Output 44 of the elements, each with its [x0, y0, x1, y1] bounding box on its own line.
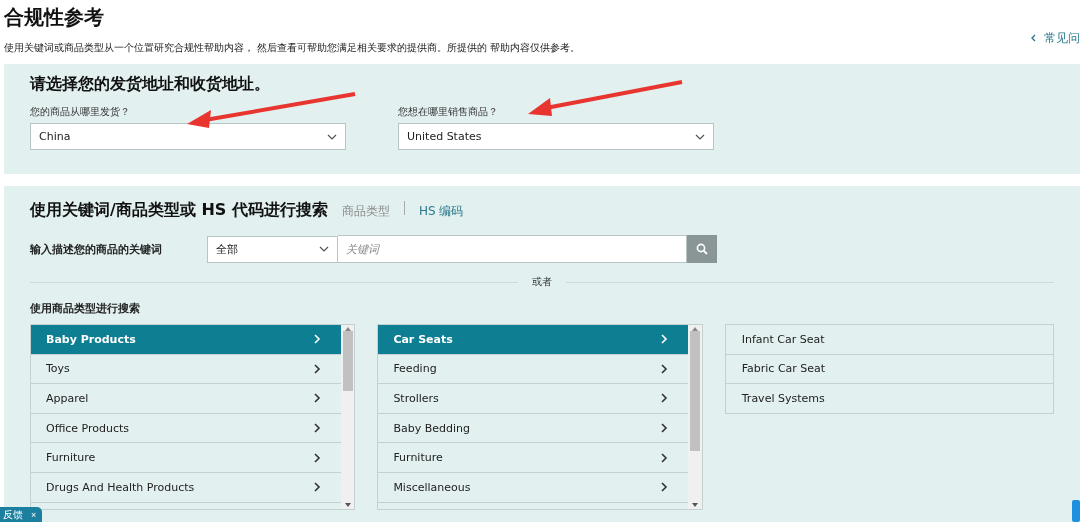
scrollbar[interactable]: [688, 325, 702, 509]
search-icon: [696, 243, 708, 255]
chevron-left-icon: [1031, 34, 1036, 42]
keyword-input[interactable]: 关键词: [338, 235, 687, 263]
chevron-right-icon: [313, 334, 321, 345]
section-title: 使用关键词/商品类型或 HS 代码进行搜索: [30, 200, 328, 221]
chevron-down-icon: [319, 246, 329, 252]
keyword-label: 输入描述您的商品的关键词: [30, 241, 163, 257]
search-tab[interactable]: HS 编码: [418, 203, 464, 220]
chevron-right-icon: [661, 482, 669, 493]
close-button[interactable]: ×: [31, 509, 37, 520]
field-label: 您想在哪里销售商品？: [398, 105, 499, 119]
chevron-down-icon: [327, 133, 337, 140]
category-item[interactable]: Baby Products: [31, 325, 341, 355]
chevron-right-icon: [661, 423, 669, 434]
chevron-right-icon: [313, 393, 321, 404]
chevron-right-icon: [313, 363, 321, 374]
chevron-right-icon: [661, 452, 669, 463]
feedback-tab[interactable]: 反馈 ×: [0, 507, 43, 522]
chevron-right-icon: [313, 482, 321, 493]
field-label: 您的商品从哪里发货？: [30, 105, 131, 119]
product-type-item[interactable]: Fabric Car Seat: [725, 354, 1053, 385]
chevron-down-icon: [695, 133, 705, 140]
product-type-item[interactable]: Travel Systems: [725, 384, 1053, 414]
or-text: 或者: [532, 275, 552, 289]
floating-widget-icon[interactable]: [1072, 500, 1080, 522]
chevron-right-icon: [661, 393, 669, 404]
category-search-title: 使用商品类型进行搜索: [30, 301, 141, 316]
page-description: 使用关键词或商品类型从一个位置研究合规性帮助内容， 然后查看可帮助您满足相关要求的提供商。所提供的 帮助内容仅供参考。: [4, 41, 581, 55]
scroll-down-icon: [344, 503, 351, 507]
scroll-down-icon: [691, 503, 698, 507]
origin-select[interactable]: China: [30, 123, 346, 150]
chevron-right-icon: [661, 334, 669, 345]
chevron-right-icon: [661, 363, 669, 374]
product-type-item[interactable]: Infant Car Seat: [725, 325, 1053, 355]
page-title: 合规性参考: [4, 4, 105, 31]
chevron-right-icon: [313, 423, 321, 434]
category-select[interactable]: 全部: [207, 235, 338, 263]
section-title: 请选择您的发货地址和收货地址。: [30, 74, 271, 95]
chevron-right-icon: [313, 452, 321, 463]
category-item[interactable]: Car Seats: [378, 325, 689, 355]
faq-link[interactable]: 常见问: [1031, 4, 1080, 64]
search-button[interactable]: [687, 235, 717, 263]
destination-select[interactable]: United States: [398, 123, 714, 150]
